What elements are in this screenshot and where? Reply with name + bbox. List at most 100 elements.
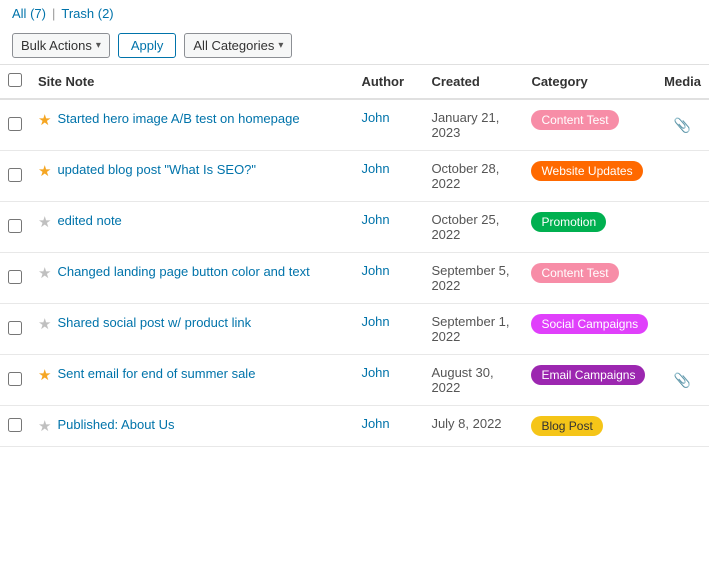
note-title-link[interactable]: Changed landing page button color and te… <box>57 263 309 281</box>
note-title-link[interactable]: edited note <box>57 212 121 230</box>
category-badge[interactable]: Promotion <box>531 212 606 232</box>
row-checkbox-cell <box>0 253 30 304</box>
row-note-cell: ★ Sent email for end of summer sale <box>30 355 353 394</box>
row-category-cell: Content Test <box>523 99 656 151</box>
author-link[interactable]: John <box>361 110 389 125</box>
star-empty-icon[interactable]: ★ <box>38 417 51 435</box>
author-link[interactable]: John <box>361 365 389 380</box>
note-title-link[interactable]: Started hero image A/B test on homepage <box>57 110 299 128</box>
author-link[interactable]: John <box>361 161 389 176</box>
col-site-note: Site Note <box>30 65 353 100</box>
row-checkbox-cell <box>0 304 30 355</box>
star-filled-icon[interactable]: ★ <box>38 366 51 384</box>
row-checkbox[interactable] <box>8 168 22 182</box>
row-media-cell: 📎 <box>656 99 709 151</box>
row-note-cell: ★ edited note <box>30 202 353 241</box>
author-link[interactable]: John <box>361 416 389 431</box>
row-media-cell <box>656 202 709 253</box>
row-checkbox[interactable] <box>8 418 22 432</box>
table-row: ★ edited note John October 25, 2022 Promotio… <box>0 202 709 253</box>
col-media: Media <box>656 65 709 100</box>
filter-trash[interactable]: Trash (2) <box>61 6 113 21</box>
row-checkbox[interactable] <box>8 117 22 131</box>
row-media-cell <box>656 304 709 355</box>
row-note-cell: ★ updated blog post "What Is SEO?" <box>30 151 353 190</box>
filter-all[interactable]: All (7) <box>12 6 46 21</box>
separator: | <box>52 6 55 21</box>
col-author: Author <box>353 65 423 100</box>
star-filled-icon[interactable]: ★ <box>38 111 51 129</box>
row-media-cell <box>656 253 709 304</box>
note-title-link[interactable]: Shared social post w/ product link <box>57 314 251 332</box>
paperclip-icon: 📎 <box>674 117 691 133</box>
row-author-cell: John <box>353 99 423 151</box>
row-checkbox[interactable] <box>8 321 22 335</box>
table-row: ★ Sent email for end of summer sale John Au… <box>0 355 709 406</box>
row-checkbox-cell <box>0 406 30 447</box>
note-title-link[interactable]: Sent email for end of summer sale <box>57 365 255 383</box>
paperclip-icon: 📎 <box>674 372 691 388</box>
row-created-cell: October 28, 2022 <box>423 151 523 202</box>
table-header: Site Note Author Created Category Media <box>0 65 709 100</box>
star-empty-icon[interactable]: ★ <box>38 213 51 231</box>
row-author-cell: John <box>353 304 423 355</box>
col-created: Created <box>423 65 523 100</box>
row-author-cell: John <box>353 355 423 406</box>
row-category-cell: Blog Post <box>523 406 656 447</box>
toolbar: Bulk Actions ▾ Apply All Categories ▾ <box>0 27 709 64</box>
row-checkbox-cell <box>0 355 30 406</box>
author-link[interactable]: John <box>361 314 389 329</box>
row-category-cell: Promotion <box>523 202 656 253</box>
row-created-cell: January 21, 2023 <box>423 99 523 151</box>
chevron-down-icon: ▾ <box>96 40 101 51</box>
star-empty-icon[interactable]: ★ <box>38 315 51 333</box>
row-checkbox[interactable] <box>8 270 22 284</box>
row-author-cell: John <box>353 202 423 253</box>
row-author-cell: John <box>353 406 423 447</box>
category-badge[interactable]: Website Updates <box>531 161 642 181</box>
bulk-actions-dropdown[interactable]: Bulk Actions ▾ <box>12 33 110 58</box>
select-all-header[interactable] <box>0 65 30 100</box>
notes-table: Site Note Author Created Category Media … <box>0 64 709 447</box>
all-categories-label: All Categories <box>193 38 274 53</box>
row-media-cell <box>656 406 709 447</box>
row-author-cell: John <box>353 253 423 304</box>
row-created-cell: July 8, 2022 <box>423 406 523 447</box>
category-badge[interactable]: Content Test <box>531 263 618 283</box>
col-category: Category <box>523 65 656 100</box>
row-note-cell: ★ Shared social post w/ product link <box>30 304 353 343</box>
row-category-cell: Social Campaigns <box>523 304 656 355</box>
all-categories-dropdown[interactable]: All Categories ▾ <box>184 33 292 58</box>
row-media-cell: 📎 <box>656 355 709 406</box>
row-created-cell: September 5, 2022 <box>423 253 523 304</box>
row-created-cell: September 1, 2022 <box>423 304 523 355</box>
category-badge[interactable]: Social Campaigns <box>531 314 648 334</box>
row-note-cell: ★ Changed landing page button color and t… <box>30 253 353 292</box>
category-badge[interactable]: Email Campaigns <box>531 365 645 385</box>
row-created-cell: October 25, 2022 <box>423 202 523 253</box>
bulk-actions-label: Bulk Actions <box>21 38 92 53</box>
chevron-down-icon: ▾ <box>278 40 283 51</box>
star-empty-icon[interactable]: ★ <box>38 264 51 282</box>
author-link[interactable]: John <box>361 263 389 278</box>
category-badge[interactable]: Blog Post <box>531 416 602 436</box>
note-title-link[interactable]: Published: About Us <box>57 416 174 434</box>
table-row: ★ Shared social post w/ product link John S… <box>0 304 709 355</box>
note-title-link[interactable]: updated blog post "What Is SEO?" <box>57 161 256 179</box>
row-author-cell: John <box>353 151 423 202</box>
row-checkbox-cell <box>0 202 30 253</box>
select-all-checkbox[interactable] <box>8 73 22 87</box>
author-link[interactable]: John <box>361 212 389 227</box>
row-checkbox[interactable] <box>8 219 22 233</box>
row-media-cell <box>656 151 709 202</box>
row-checkbox[interactable] <box>8 372 22 386</box>
row-checkbox-cell <box>0 151 30 202</box>
star-filled-icon[interactable]: ★ <box>38 162 51 180</box>
table-row: ★ Published: About Us John July 8, 2022 Blog… <box>0 406 709 447</box>
row-created-cell: August 30, 2022 <box>423 355 523 406</box>
table-row: ★ updated blog post "What Is SEO?" John Oct… <box>0 151 709 202</box>
category-badge[interactable]: Content Test <box>531 110 618 130</box>
apply-button[interactable]: Apply <box>118 33 177 58</box>
row-checkbox-cell <box>0 99 30 151</box>
row-category-cell: Website Updates <box>523 151 656 202</box>
